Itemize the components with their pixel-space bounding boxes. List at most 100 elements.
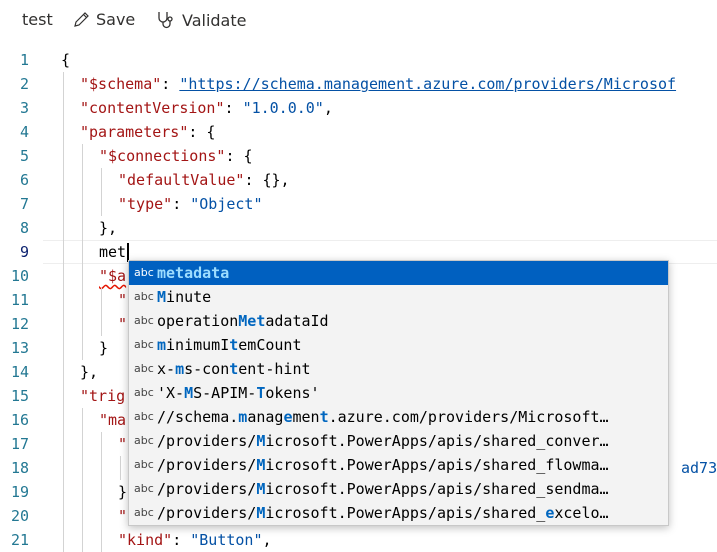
code-line: 4 "parameters": { [0,120,717,144]
json-key: "defaultValue" [118,171,245,189]
json-key: "parameters" [80,123,189,141]
suggestion-label: 'X-MS-APIM-Tokens' [157,384,320,402]
suggestion-item[interactable]: abc//schema.management.azure.com/provide… [129,405,668,429]
text-kind-icon: abc [134,506,154,519]
line-number: 12 [10,315,29,333]
line-number: 10 [10,267,29,285]
suggestion-item[interactable]: abc/providers/Microsoft.PowerApps/apis/s… [129,477,668,501]
suggestion-item[interactable]: abc operationMetadataId [129,309,668,333]
text-kind-icon: abc [134,434,154,447]
suggestion-item[interactable]: abc/providers/Microsoft.PowerApps/apis/s… [129,453,668,477]
line-number: 14 [10,363,29,381]
json-punct: : {}, [244,171,290,189]
suggestion-label: operationMetadataId [157,312,329,330]
validate-button[interactable]: Validate [156,10,246,30]
code-text: "parameters": { [80,120,215,144]
line-number: 19 [10,483,29,501]
suggestion-item[interactable]: abc x-ms-content-hint [129,357,668,381]
line-number: 15 [10,387,29,405]
suggestion-label: Minute [157,288,212,306]
json-string: "1.0.0.0" [242,99,324,117]
line-number: 11 [10,291,29,309]
code-text: "$a [99,267,127,285]
line-number: 9 [19,243,29,261]
suggestion-item[interactable]: abc minimumItemCount [129,333,668,357]
text-kind-icon: abc [134,338,154,351]
document-title: test [22,10,53,29]
schema-link[interactable]: "https://schema.management.azure.com/pro… [179,75,676,93]
save-label: Save [96,10,136,29]
line-number: 4 [19,123,29,141]
suggestion-label: x-ms-content-hint [157,360,311,378]
validate-label: Validate [182,10,247,30]
code-text: met [99,240,130,264]
toolbar: test Save Validate [0,0,717,42]
text-kind-icon: abc [134,410,154,423]
json-string: "Object" [190,195,263,213]
code-text: "type": "Object" [118,195,263,213]
code-text: "contentVersion": "1.0.0.0", [80,99,333,117]
line-number: 21 [10,531,29,549]
suggestion-label: /providers/Microsoft.PowerApps/apis/shar… [157,456,609,474]
text-kind-icon: abc [134,290,154,303]
code-text: { [61,51,71,69]
suggestion-label: metadata [157,264,230,282]
code-line: 8 }, [0,216,717,240]
stethoscope-icon [158,12,173,29]
line-number: 20 [10,507,29,525]
typed-text: met [99,243,127,261]
save-button[interactable]: Save [73,10,135,29]
json-key: "$connections" [99,147,226,165]
line-number: 1 [19,51,29,69]
line-number: 17 [10,435,29,453]
line-number: 13 [10,339,29,357]
suggestion-label: /providers/Microsoft.PowerApps/apis/shar… [157,480,609,498]
code-text-fragment: ad730 [681,459,717,477]
text-kind-icon: abc [134,458,154,471]
line-number: 5 [19,147,29,165]
suggestion-label: //schema.management.azure.com/providers/… [157,408,609,426]
code-text: " [118,315,128,333]
suggestion-item[interactable]: abc/providers/Microsoft.PowerApps/apis/s… [129,501,668,525]
code-line: 7 "type": "Object" [0,192,717,216]
line-number: 6 [19,171,29,189]
text-kind-icon: abc [134,266,154,279]
code-line: 2 "$schema": "https://schema.management.… [0,72,717,96]
code-text: "ma [99,411,127,429]
suggestion-label: minimumItemCount [157,336,302,354]
json-string: "Button" [190,531,263,549]
line-number: 2 [19,75,29,93]
text-kind-icon: abc [134,362,154,375]
json-key: "type" [118,195,173,213]
suggestion-item[interactable]: abc metadata [129,261,668,285]
suggestion-item[interactable]: abc/providers/Microsoft.PowerApps/apis/s… [129,429,668,453]
code-text: "trig [80,387,126,405]
line-number: 8 [19,219,29,237]
json-punct: : { [225,147,253,165]
json-key: "$schema" [80,75,162,93]
text-kind-icon: abc [134,482,154,495]
code-text: " [118,291,128,309]
suggestion-label: /providers/Microsoft.PowerApps/apis/shar… [157,504,609,522]
autocomplete-suggest-widget[interactable]: abc metadata abc Minute abc operationMetadata… [128,260,669,526]
code-text: "$schema": "https://schema.management.az… [80,75,677,93]
line-number: 18 [10,459,29,477]
code-line: 5 "$connections": { [0,144,717,168]
code-text: } [118,483,128,501]
code-line: 1 { [0,48,717,72]
code-text: "defaultValue": {}, [118,168,290,192]
json-key: "contentVersion" [80,99,225,117]
json-key: "kind" [118,531,173,549]
code-text: } [99,339,109,357]
suggestion-item[interactable]: abc 'X-MS-APIM-Tokens' [129,381,668,405]
json-punct: : { [188,123,216,141]
line-number: 3 [19,99,29,117]
line-number: 16 [10,411,29,429]
text-kind-icon: abc [134,314,154,327]
code-text: }, [80,363,99,381]
code-text: "kind": "Button", [118,531,272,549]
code-text: "$connections": { [99,144,253,168]
pencil-icon [74,12,89,27]
suggestion-item[interactable]: abc Minute [129,285,668,309]
code-line: 6 "defaultValue": {}, [0,168,717,192]
